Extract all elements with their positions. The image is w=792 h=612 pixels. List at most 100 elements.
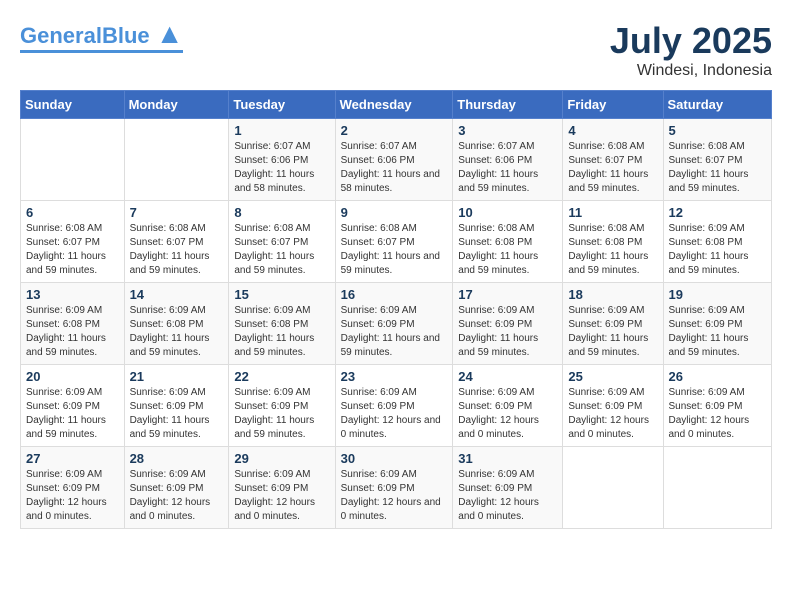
day-number: 23 [341,369,448,384]
calendar-cell: 27Sunrise: 6:09 AM Sunset: 6:09 PM Dayli… [21,447,125,529]
logo-icon: ▲ [156,18,184,49]
day-number: 15 [234,287,329,302]
day-number: 24 [458,369,557,384]
month-year-title: July 2025 [610,20,772,62]
day-number: 25 [568,369,657,384]
header-saturday: Saturday [663,91,772,119]
day-info: Sunrise: 6:08 AM Sunset: 6:07 PM Dayligh… [341,222,448,278]
week-row-5: 27 Sunrise: 6:09 AM Sunset: 6:09 PM Dayli… [21,447,772,529]
day-info: Sunrise: 6:07 AM Sunset: 6:06 PM Dayligh… [234,140,329,196]
day-number: 9 [341,205,448,220]
day-number: 18 [568,287,657,302]
day-info: Sunrise: 6:09 AM Sunset: 6:09 PM Dayligh… [568,304,657,360]
week-row-1: 1 Sunrise: 6:07 AM Sunset: 6:06 PM Daylig… [21,119,772,201]
calendar-cell: 9 Sunrise: 6:08 AM Sunset: 6:07 PM Daylig… [335,201,453,283]
day-number: 28 [130,451,224,466]
calendar-cell: 7 Sunrise: 6:08 AM Sunset: 6:07 PM Daylig… [124,201,229,283]
day-number: 3 [458,123,557,138]
day-number: 4 [568,123,657,138]
day-number: 20 [26,369,119,384]
calendar-cell: 8 Sunrise: 6:08 AM Sunset: 6:07 PM Daylig… [229,201,335,283]
calendar-cell: 12 Sunrise: 6:09 AM Sunset: 6:08 PM Dayli… [663,201,772,283]
header-tuesday: Tuesday [229,91,335,119]
day-info: Sunrise: 6:09 AM Sunset: 6:09 PM Dayligh… [234,386,329,442]
calendar-cell: 6Sunrise: 6:08 AM Sunset: 6:07 PM Daylig… [21,201,125,283]
logo-underline [20,50,183,53]
calendar-cell: 18 Sunrise: 6:09 AM Sunset: 6:09 PM Dayli… [563,283,663,365]
day-info: Sunrise: 6:09 AM Sunset: 6:09 PM Dayligh… [341,468,448,524]
day-number: 1 [234,123,329,138]
calendar-cell: 25Sunrise: 6:09 AM Sunset: 6:09 PM Dayli… [563,365,663,447]
calendar-cell: 21 Sunrise: 6:09 AM Sunset: 6:09 PM Dayli… [124,365,229,447]
calendar-cell: 26 Sunrise: 6:09 AM Sunset: 6:09 PM Dayli… [663,365,772,447]
logo-text: GeneralBlue ▲ [20,20,183,48]
day-number: 10 [458,205,557,220]
day-info: Sunrise: 6:09 AM Sunset: 6:09 PM Dayligh… [130,468,224,524]
day-number: 2 [341,123,448,138]
day-info: Sunrise: 6:08 AM Sunset: 6:07 PM Dayligh… [130,222,224,278]
calendar-cell: 24 Sunrise: 6:09 AM Sunset: 6:09 PM Dayli… [453,365,563,447]
calendar-cell: 17 Sunrise: 6:09 AM Sunset: 6:09 PM Dayli… [453,283,563,365]
calendar-cell: 23Sunrise: 6:09 AM Sunset: 6:09 PM Dayli… [335,365,453,447]
day-info: Sunrise: 6:09 AM Sunset: 6:09 PM Dayligh… [458,304,557,360]
week-row-2: 6Sunrise: 6:08 AM Sunset: 6:07 PM Daylig… [21,201,772,283]
day-number: 27 [26,451,119,466]
day-info: Sunrise: 6:09 AM Sunset: 6:09 PM Dayligh… [458,468,557,524]
day-number: 14 [130,287,224,302]
day-info: Sunrise: 6:08 AM Sunset: 6:08 PM Dayligh… [458,222,557,278]
logo-general: General [20,23,102,48]
day-number: 17 [458,287,557,302]
calendar-cell [21,119,125,201]
day-info: Sunrise: 6:08 AM Sunset: 6:07 PM Dayligh… [669,140,767,196]
day-info: Sunrise: 6:09 AM Sunset: 6:09 PM Dayligh… [130,386,224,442]
calendar-cell: 29 Sunrise: 6:09 AM Sunset: 6:09 PM Dayli… [229,447,335,529]
day-info: Sunrise: 6:09 AM Sunset: 6:09 PM Dayligh… [341,304,448,360]
calendar-cell: 20 Sunrise: 6:09 AM Sunset: 6:09 PM Dayli… [21,365,125,447]
day-number: 12 [669,205,767,220]
title-block: July 2025 Windesi, Indonesia [610,20,772,80]
page-header: GeneralBlue ▲ July 2025 Windesi, Indones… [20,20,772,80]
calendar-cell: 3 Sunrise: 6:07 AM Sunset: 6:06 PM Daylig… [453,119,563,201]
day-info: Sunrise: 6:09 AM Sunset: 6:09 PM Dayligh… [234,468,329,524]
day-number: 26 [669,369,767,384]
day-info: Sunrise: 6:09 AM Sunset: 6:08 PM Dayligh… [26,304,119,360]
calendar-cell: 11 Sunrise: 6:08 AM Sunset: 6:08 PM Dayli… [563,201,663,283]
calendar-cell: 10 Sunrise: 6:08 AM Sunset: 6:08 PM Dayli… [453,201,563,283]
calendar-cell: 30 Sunrise: 6:09 AM Sunset: 6:09 PM Dayli… [335,447,453,529]
day-info: Sunrise: 6:08 AM Sunset: 6:08 PM Dayligh… [568,222,657,278]
day-info: Sunrise: 6:09 AM Sunset: 6:09 PM Dayligh… [669,386,767,442]
day-number: 29 [234,451,329,466]
header-friday: Friday [563,91,663,119]
day-info: Sunrise: 6:07 AM Sunset: 6:06 PM Dayligh… [458,140,557,196]
day-number: 11 [568,205,657,220]
day-number: 8 [234,205,329,220]
day-info: Sunrise: 6:09 AM Sunset: 6:08 PM Dayligh… [234,304,329,360]
header-thursday: Thursday [453,91,563,119]
logo: GeneralBlue ▲ [20,20,183,53]
day-info: Sunrise: 6:08 AM Sunset: 6:07 PM Dayligh… [234,222,329,278]
logo-blue: Blue [102,23,150,48]
day-number: 7 [130,205,224,220]
day-info: Sunrise: 6:09 AM Sunset: 6:09 PM Dayligh… [458,386,557,442]
day-number: 30 [341,451,448,466]
calendar-header-row: SundayMondayTuesdayWednesdayThursdayFrid… [21,91,772,119]
calendar-cell: 1 Sunrise: 6:07 AM Sunset: 6:06 PM Daylig… [229,119,335,201]
day-number: 16 [341,287,448,302]
week-row-3: 13Sunrise: 6:09 AM Sunset: 6:08 PM Dayli… [21,283,772,365]
header-sunday: Sunday [21,91,125,119]
calendar-cell: 14Sunrise: 6:09 AM Sunset: 6:08 PM Dayli… [124,283,229,365]
calendar-cell: 2 Sunrise: 6:07 AM Sunset: 6:06 PM Daylig… [335,119,453,201]
day-info: Sunrise: 6:09 AM Sunset: 6:09 PM Dayligh… [26,386,119,442]
day-info: Sunrise: 6:09 AM Sunset: 6:08 PM Dayligh… [669,222,767,278]
day-number: 5 [669,123,767,138]
calendar-cell [124,119,229,201]
day-info: Sunrise: 6:07 AM Sunset: 6:06 PM Dayligh… [341,140,448,196]
calendar-cell: 19Sunrise: 6:09 AM Sunset: 6:09 PM Dayli… [663,283,772,365]
day-number: 21 [130,369,224,384]
day-number: 22 [234,369,329,384]
day-number: 31 [458,451,557,466]
header-monday: Monday [124,91,229,119]
calendar-cell: 28 Sunrise: 6:09 AM Sunset: 6:09 PM Dayli… [124,447,229,529]
week-row-4: 20 Sunrise: 6:09 AM Sunset: 6:09 PM Dayli… [21,365,772,447]
calendar-cell: 13Sunrise: 6:09 AM Sunset: 6:08 PM Dayli… [21,283,125,365]
